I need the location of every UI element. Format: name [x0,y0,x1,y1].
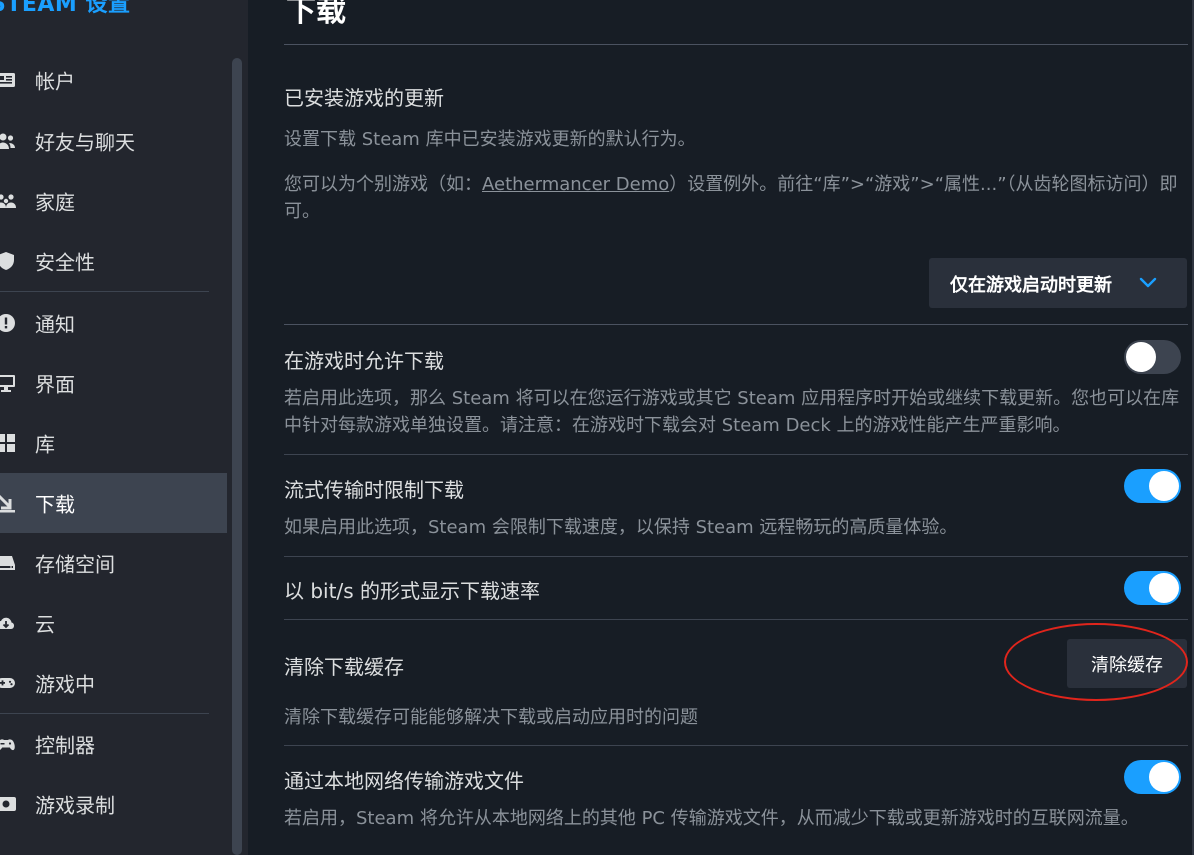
sidebar-scrollbar[interactable] [232,58,242,855]
sidebar-item-label: 下载 [35,492,75,517]
sidebar-item-interface[interactable]: 界面 [0,353,227,413]
download-icon [0,493,16,513]
game-link[interactable]: Aethermancer Demo [482,174,669,195]
sidebar-item-label: 游戏录制 [35,793,115,818]
clear-cache-heading: 清除下载缓存 [284,655,404,679]
sidebar-item-in-game[interactable]: 游戏中 [0,653,227,713]
section-divider [284,324,1188,325]
sidebar-item-label: 界面 [35,372,75,397]
sidebar-item-library[interactable]: 库 [0,413,227,473]
installed-updates-description: 设置下载 Steam 库中已安装游戏更新的默认行为。 [284,129,696,150]
dropdown-selected-value: 仅在游戏启动时更新 [950,275,1112,296]
sidebar-item-label: 游戏中 [35,672,95,697]
annotation-circle [1004,623,1188,701]
sidebar-item-security[interactable]: 安全性 [0,231,227,291]
section-divider [284,454,1188,455]
chevron-down-icon [1139,275,1157,291]
toggle-knob [1149,762,1179,792]
toggle-knob [1149,471,1179,501]
clear-cache-description: 清除下载缓存可能能够解决下载或启动应用时的问题 [284,707,698,728]
allow-during-gameplay-heading: 在游戏时允许下载 [284,349,444,373]
storage-icon [0,553,16,573]
steam-settings-window: STEAM 设置 帐户 好友与聊天 家庭 安全性 通知 界面 库 下载 存储空间… [0,0,1194,855]
settings-sidebar: STEAM 设置 帐户 好友与聊天 家庭 安全性 通知 界面 库 下载 存储空间… [0,0,248,855]
allow-during-gameplay-toggle[interactable] [1124,340,1181,374]
toggle-knob [1126,342,1156,372]
allow-during-gameplay-description: 若启用此选项，那么 Steam 将可以在您运行游戏或其它 Steam 应用程序时… [284,388,1180,436]
controller-icon [0,734,16,754]
installed-updates-exception-note: 您可以为个别游戏（如：Aethermancer Demo）设置例外。前往“库”>… [284,171,1188,225]
section-divider [284,556,1188,557]
installed-updates-heading: 已安装游戏的更新 [284,86,444,110]
sidebar-item-friends[interactable]: 好友与聊天 [0,111,227,171]
sidebar-divider [0,291,209,292]
lan-transfer-description: 若启用，Steam 将允许从本地网络上的其他 PC 传输游戏文件，从而减少下载或… [284,808,1139,829]
throttle-streaming-heading: 流式传输时限制下载 [284,478,464,502]
account-icon [0,70,16,90]
sidebar-item-label: 安全性 [35,250,95,275]
shield-icon [0,251,16,271]
bits-per-second-toggle[interactable] [1124,571,1181,605]
sidebar-item-label: 家庭 [35,190,75,215]
throttle-streaming-toggle[interactable] [1124,469,1181,503]
lan-transfer-heading: 通过本地网络传输游戏文件 [284,769,524,793]
sidebar-item-family[interactable]: 家庭 [0,171,227,231]
sidebar-item-label: 通知 [35,312,75,337]
cloud-icon [0,613,16,633]
page-title: 下载 [286,0,346,29]
exception-note-text: 您可以为个别游戏（如： [284,174,482,195]
section-divider [284,745,1188,746]
recording-icon [0,794,16,814]
toggle-knob [1149,573,1179,603]
friends-icon [0,131,16,151]
bits-per-second-heading: 以 bit/s 的形式显示下载速率 [284,579,540,603]
notification-icon [0,313,16,333]
family-icon [0,191,16,211]
gamepad-icon [0,673,16,693]
sidebar-item-label: 帐户 [35,69,75,94]
library-icon [0,433,16,453]
throttle-streaming-description: 如果启用此选项，Steam 会限制下载速度，以保持 Steam 远程畅玩的高质量… [284,517,958,538]
sidebar-item-game-recording[interactable]: 游戏录制 [0,774,227,834]
sidebar-item-label: 好友与聊天 [35,130,135,155]
lan-transfer-toggle[interactable] [1124,760,1181,794]
sidebar-title: STEAM 设置 [0,0,131,17]
update-behavior-dropdown[interactable]: 仅在游戏启动时更新 [929,258,1187,308]
sidebar-item-label: 控制器 [35,733,95,758]
sidebar-item-downloads[interactable]: 下载 [0,473,227,533]
sidebar-item-controller[interactable]: 控制器 [0,714,227,774]
sidebar-item-label: 库 [35,432,55,457]
sidebar-item-label: 云 [35,612,55,637]
sidebar-item-account[interactable]: 帐户 [0,50,227,110]
downloads-settings-panel: 下载 已安装游戏的更新 设置下载 Steam 库中已安装游戏更新的默认行为。 您… [248,0,1194,855]
sidebar-item-label: 存储空间 [35,552,115,577]
sidebar-item-cloud[interactable]: 云 [0,593,227,653]
title-divider [284,44,1188,45]
monitor-icon [0,373,16,393]
section-divider [284,619,1188,620]
sidebar-item-storage[interactable]: 存储空间 [0,533,227,593]
sidebar-item-notifications[interactable]: 通知 [0,293,227,353]
